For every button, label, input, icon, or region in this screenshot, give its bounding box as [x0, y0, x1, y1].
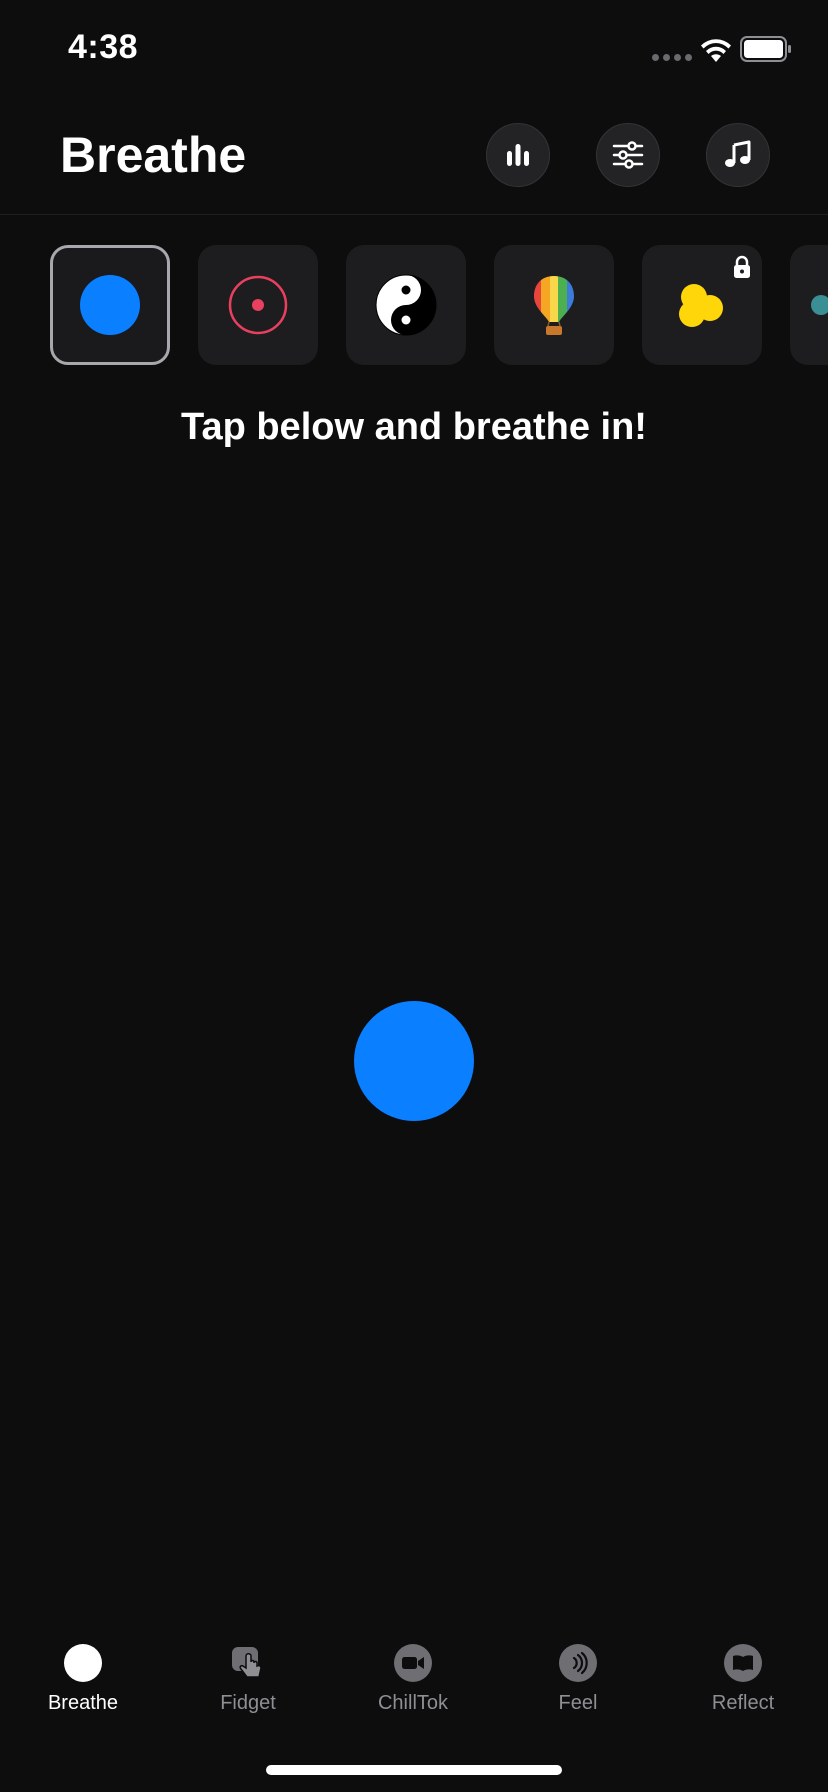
status-bar: 4:38: [0, 0, 828, 100]
sliders-icon: [612, 141, 644, 169]
blue-circle-icon: [80, 275, 140, 335]
yin-yang-icon: [375, 274, 437, 336]
home-indicator: [266, 1765, 562, 1775]
tab-bar: Breathe Fidget ChillTok Feel Reflect: [0, 1630, 828, 1730]
tab-label: Reflect: [711, 1692, 775, 1714]
tab-feel[interactable]: Feel: [495, 1630, 661, 1730]
theme-hot-air-balloon[interactable]: [494, 245, 614, 365]
book-icon: [724, 1644, 762, 1682]
yellow-blob-icon: [679, 284, 723, 327]
lock-icon: [734, 255, 750, 278]
tab-label: Feel: [558, 1692, 598, 1714]
fidget-hand-icon: [229, 1644, 267, 1682]
music-note-icon: [725, 140, 751, 167]
hot-air-balloon-icon: [534, 276, 574, 335]
tab-breathe[interactable]: Breathe: [0, 1630, 166, 1730]
breathing-circle-button[interactable]: [354, 1001, 474, 1121]
video-camera-icon: [394, 1644, 432, 1682]
theme-blue-circle[interactable]: [50, 245, 170, 365]
theme-yin-yang[interactable]: [346, 245, 466, 365]
tab-label: ChillTok: [377, 1692, 449, 1714]
status-time: 4:38: [68, 28, 139, 66]
theme-target-ring[interactable]: [198, 245, 318, 365]
tab-label: Fidget: [220, 1692, 276, 1714]
wifi-icon: [701, 39, 731, 62]
stats-button[interactable]: [486, 123, 550, 187]
battery-icon: [740, 36, 791, 62]
header: Breathe: [0, 110, 828, 215]
bar-chart-icon: [507, 144, 529, 166]
tab-chilltok[interactable]: ChillTok: [330, 1630, 496, 1730]
breathe-dot-icon: [64, 1644, 102, 1682]
page-title: Breathe: [60, 127, 247, 183]
theme-yellow-blob[interactable]: [642, 245, 762, 365]
theme-selector: [0, 244, 828, 366]
teal-shape-icon: [811, 295, 828, 315]
tab-reflect[interactable]: Reflect: [660, 1630, 826, 1730]
sound-waves-icon: [559, 1644, 597, 1682]
music-button[interactable]: [706, 123, 770, 187]
signal-icon: [652, 54, 692, 61]
settings-button[interactable]: [596, 123, 660, 187]
theme-partial[interactable]: [790, 245, 828, 365]
tab-label: Breathe: [47, 1692, 119, 1714]
tab-fidget[interactable]: Fidget: [165, 1630, 331, 1730]
instruction-text: Tap below and breathe in!: [181, 406, 647, 448]
target-ring-icon: [228, 275, 288, 335]
